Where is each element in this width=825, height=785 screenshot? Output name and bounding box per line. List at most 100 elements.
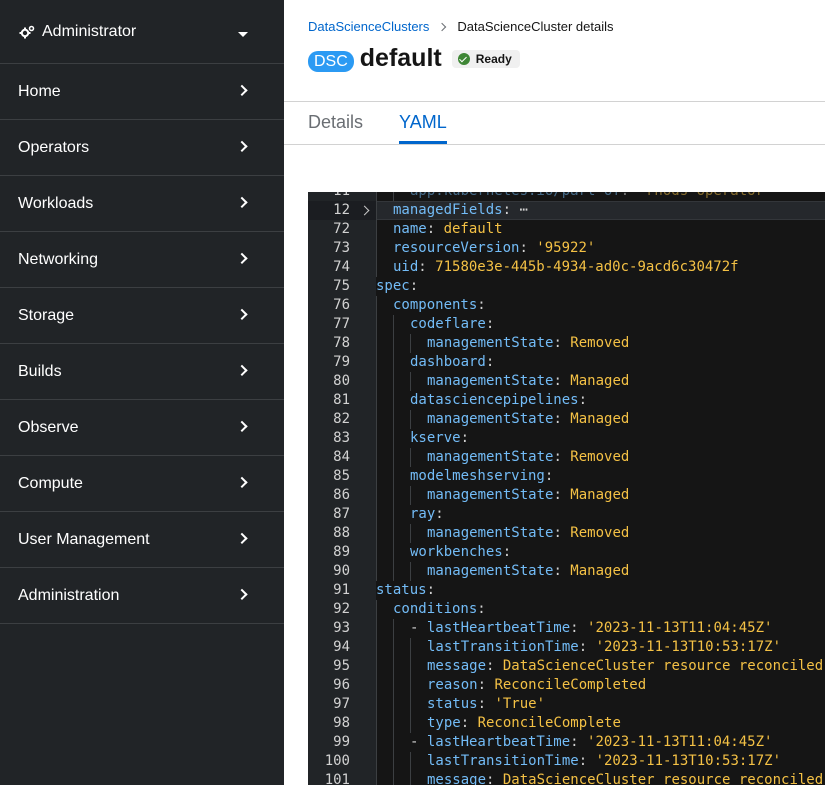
perspective-label: Administrator [42, 22, 137, 40]
sidebar-item-operators[interactable]: Operators [0, 120, 284, 176]
chevron-right-icon [236, 84, 248, 96]
sidebar-item-builds[interactable]: Builds [0, 344, 284, 400]
tab-yaml[interactable]: YAML [399, 102, 447, 144]
chevron-right-icon [236, 420, 248, 432]
yaml-key: message [427, 658, 487, 674]
indent-guide [376, 771, 377, 785]
breadcrumb-link-datascienceclusters[interactable]: DataScienceClusters [308, 19, 429, 34]
indent-guide [376, 220, 377, 239]
indent-guide [393, 524, 394, 543]
indent-guide [393, 695, 394, 714]
sidebar-item-label: Networking [18, 250, 99, 268]
yaml-line: 98 type: ReconcileComplete [308, 714, 825, 733]
indent-guide [410, 638, 411, 657]
yaml-code: components: [393, 297, 486, 313]
sidebar-item-storage[interactable]: Storage [0, 288, 284, 344]
yaml-code: name: default [393, 221, 503, 237]
line-number: 88 [333, 525, 350, 541]
yaml-value: Removed [570, 525, 630, 541]
yaml-value: '2023-11-13T10:53:17Z' [595, 639, 782, 655]
yaml-code: dashboard: [410, 354, 495, 370]
status-label: Ready [475, 51, 512, 66]
yaml-code: status: 'True' [427, 696, 546, 712]
yaml-key: status [427, 696, 478, 712]
yaml-code: message: DataScienceCluster resource rec… [427, 771, 823, 785]
yaml-line: 12 managedFields: ⋯ [308, 201, 825, 220]
caret-down-icon [238, 32, 248, 37]
yaml-value[interactable]: ⋯ [519, 202, 527, 218]
chevron-right-icon [236, 364, 248, 376]
sidebar-item-home[interactable]: Home [0, 64, 284, 120]
yaml-line: 99 - lastHeartbeatTime: '2023-11-13T11:04… [308, 733, 825, 752]
yaml-value: default [443, 221, 503, 237]
line-number: 98 [333, 715, 350, 731]
yaml-key: dashboard [410, 354, 486, 370]
sidebar-item-user-management[interactable]: User Management [0, 512, 284, 568]
indent-guide [376, 239, 377, 258]
sidebar-item-observe[interactable]: Observe [0, 400, 284, 456]
indent-guide [376, 524, 377, 543]
line-number: 92 [333, 601, 350, 617]
yaml-code: datasciencepipelines: [410, 392, 588, 408]
line-number: 82 [333, 411, 350, 427]
indent-guide [393, 410, 394, 429]
indent-guide [376, 695, 377, 714]
indent-guide [376, 505, 377, 524]
yaml-line: 73 resourceVersion: '95922' [308, 239, 825, 258]
yaml-line: 92 conditions: [308, 600, 825, 619]
indent-guide [376, 429, 377, 448]
yaml-key: uid [393, 259, 419, 275]
yaml-value: DataScienceCluster resource reconciled [502, 772, 824, 785]
line-number: 81 [333, 392, 350, 408]
yaml-key: managementState [427, 411, 554, 427]
yaml-key: lastHeartbeatTime [426, 620, 571, 636]
yaml-line: 100 lastTransitionTime: '2023-11-13T10:53… [308, 752, 825, 771]
sidebar-item-compute[interactable]: Compute [0, 456, 284, 512]
yaml-editor[interactable]: 11 app.kubernetes.io/part-of: 'rhods-oper… [308, 192, 825, 785]
indent-guide [410, 752, 411, 771]
line-number: 77 [333, 316, 350, 332]
sidebar-item-networking[interactable]: Networking [0, 232, 284, 288]
yaml-line: 81 datasciencepipelines: [308, 391, 825, 410]
line-number: 97 [333, 696, 350, 712]
yaml-value: Managed [570, 373, 630, 389]
indent-guide [393, 486, 394, 505]
perspective-switcher[interactable]: Administrator [0, 0, 284, 64]
yaml-key: managementState [427, 373, 554, 389]
sidebar-item-administration[interactable]: Administration [0, 568, 284, 624]
yaml-code: managedFields: ⋯ [393, 202, 528, 218]
yaml-key: managementState [427, 449, 554, 465]
yaml-value: ReconcileCompleted [494, 677, 647, 693]
line-number: 87 [333, 506, 350, 522]
sidebar-item-label: Storage [18, 306, 75, 324]
yaml-code: app.kubernetes.io/part-of: 'rhods-operat… [410, 192, 772, 201]
indent-guide [393, 619, 394, 638]
main-content: DataScienceClusters DataScienceCluster d… [284, 0, 825, 785]
yaml-code: reason: ReconcileCompleted [427, 677, 647, 693]
indent-guide [393, 315, 394, 334]
yaml-line: 89 workbenches: [308, 543, 825, 562]
indent-guide [393, 467, 394, 486]
fold-chevron-icon[interactable] [359, 205, 370, 216]
yaml-line: 85 modelmeshserving: [308, 467, 825, 486]
yaml-code: resourceVersion: '95922' [393, 240, 596, 256]
line-number: 72 [333, 221, 350, 237]
indent-guide [410, 448, 411, 467]
yaml-line: 97 status: 'True' [308, 695, 825, 714]
chevron-right-icon [236, 532, 248, 544]
yaml-line: 75 spec: [308, 277, 825, 296]
line-number: 76 [333, 297, 350, 313]
yaml-code: modelmeshserving: [410, 468, 554, 484]
tab-details[interactable]: Details [308, 102, 363, 144]
line-number: 80 [333, 373, 350, 389]
indent-guide [393, 638, 394, 657]
yaml-key: datasciencepipelines [410, 392, 579, 408]
indent-guide [376, 638, 377, 657]
yaml-key: lastTransitionTime [427, 753, 579, 769]
yaml-key: lastTransitionTime [427, 639, 579, 655]
yaml-line: 80 managementState: Managed [308, 372, 825, 391]
yaml-code: - lastHeartbeatTime: '2023-11-13T11:04:4… [410, 620, 773, 636]
yaml-line: 84 managementState: Removed [308, 448, 825, 467]
sidebar-item-workloads[interactable]: Workloads [0, 176, 284, 232]
line-number: 93 [333, 620, 350, 636]
